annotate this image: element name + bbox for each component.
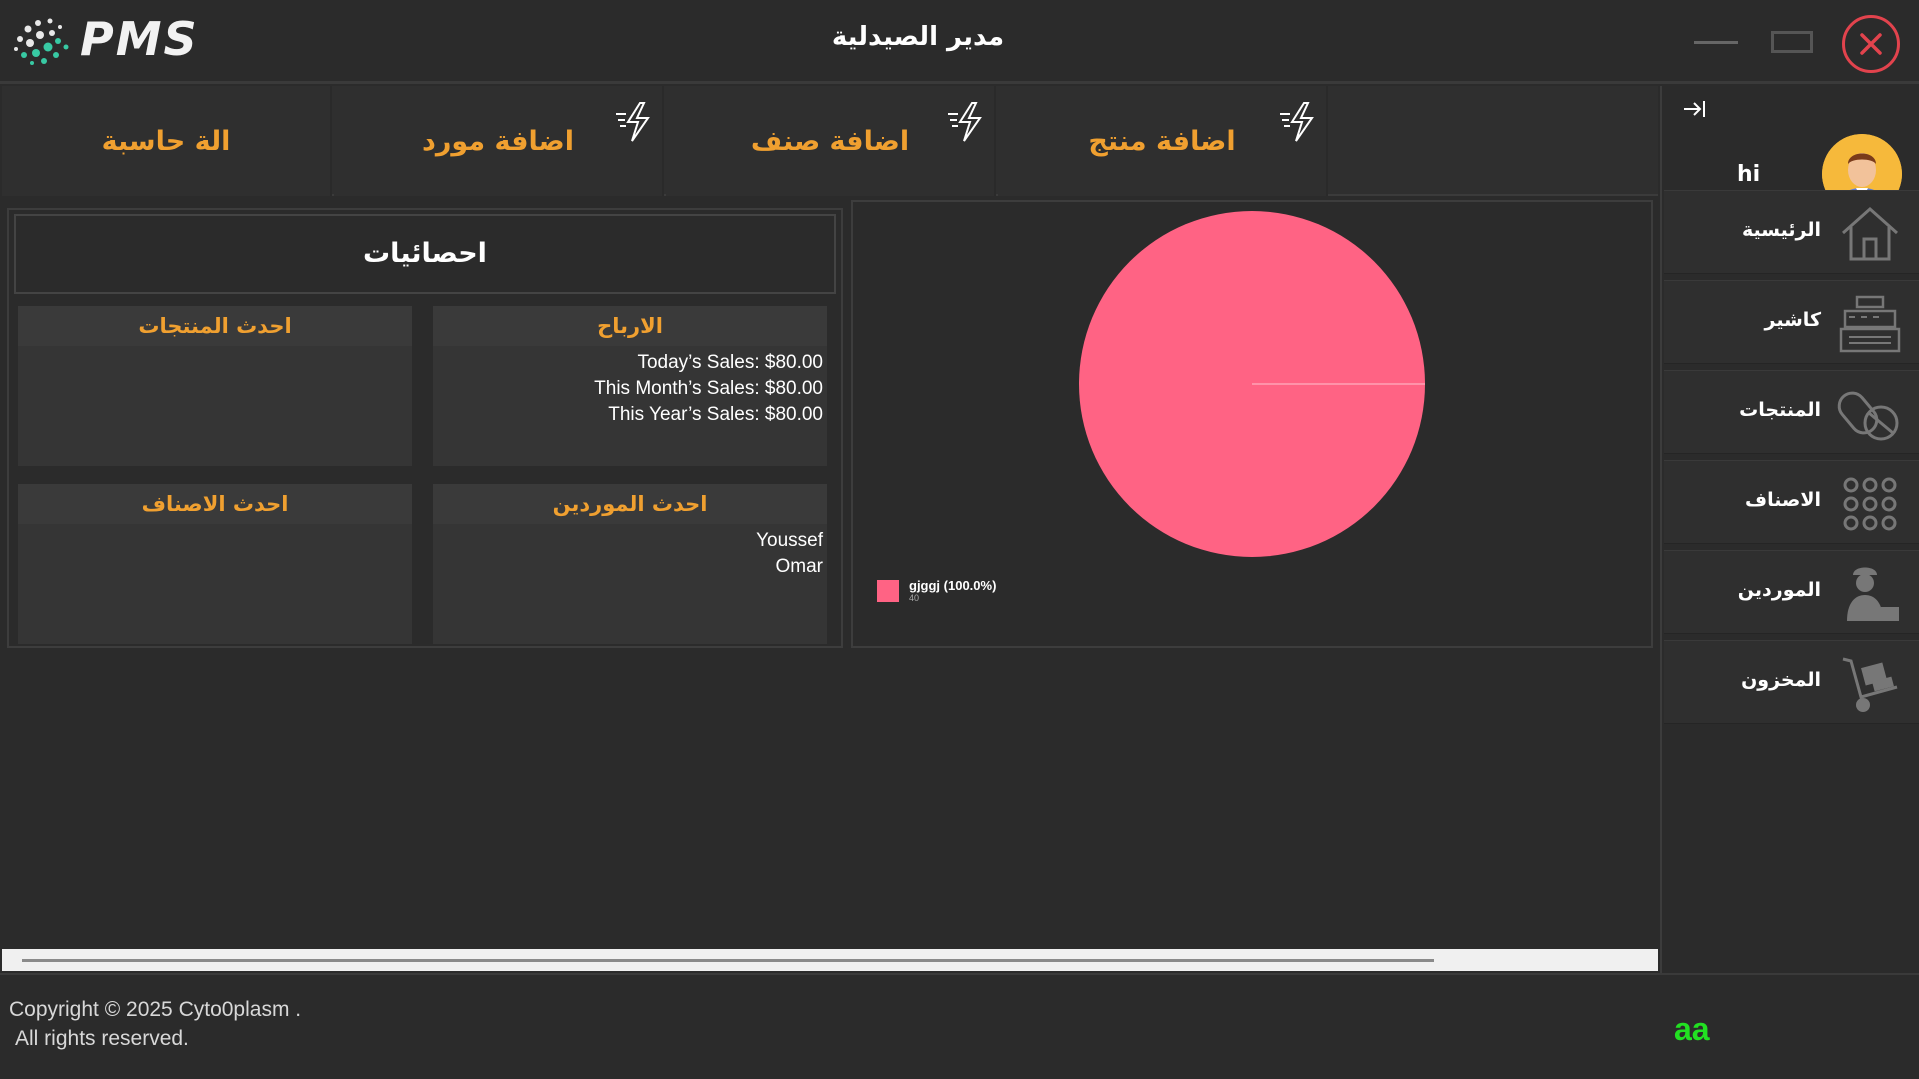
- chart-panel: gjggj (100.0%) 40: [851, 200, 1653, 648]
- calculator-label: الة حاسبة: [101, 126, 231, 157]
- list-item: Youssef: [756, 530, 823, 551]
- profits-body: Today’s Sales: $80.00 This Month’s Sales…: [594, 350, 823, 428]
- add-category-button[interactable]: اضافة صنف: [666, 86, 996, 196]
- close-icon: [1860, 33, 1882, 55]
- maximize-button[interactable]: [1771, 31, 1813, 53]
- hand-truck-icon: [1842, 657, 1898, 712]
- latest-products-card: احدث المنتجات: [18, 306, 412, 466]
- sidebar-item-label: المخزون: [1741, 669, 1821, 691]
- supplier-icon: [1847, 567, 1899, 621]
- sidebar-item-label: المنتجات: [1739, 399, 1821, 421]
- add-supplier-button[interactable]: اضافة مورد: [334, 86, 664, 196]
- legend-label: gjggj (100.0%): [909, 578, 997, 593]
- month-sales: This Month’s Sales: $80.00: [594, 378, 823, 399]
- add-product-button[interactable]: اضافة منتج: [998, 86, 1328, 196]
- add-product-label: اضافة منتج: [1088, 126, 1236, 157]
- pills-icon: [1837, 391, 1899, 441]
- status-badge: aa: [1674, 1011, 1710, 1047]
- scrollbar-thumb[interactable]: [22, 959, 1434, 962]
- statistics-header: احصائيات: [14, 214, 836, 294]
- profits-title: الارباح: [433, 306, 827, 346]
- sidebar-item-label: الاصناف: [1745, 489, 1821, 511]
- grid-dots-icon: [1843, 477, 1897, 531]
- latest-suppliers-title: احدث الموردين: [433, 484, 827, 524]
- sidebar-item-categories[interactable]: الاصناف: [1664, 460, 1919, 544]
- profits-card: الارباح Today’s Sales: $80.00 This Month…: [433, 306, 827, 466]
- statistics-panel: احصائيات الارباح Today’s Sales: $80.00 T…: [7, 208, 843, 648]
- copyright-line-1: Copyright © 2025 Cyto0plasm .: [9, 998, 302, 1021]
- statistics-title: احصائيات: [363, 238, 487, 269]
- sidebar-item-inventory[interactable]: المخزون: [1664, 640, 1919, 724]
- collapse-sidebar-icon[interactable]: [1682, 98, 1708, 120]
- quick-actions-toolbar: الة حاسبة اضافة مورد اضافة صنف اضافة منت…: [2, 86, 1658, 196]
- year-sales: This Year’s Sales: $80.00: [608, 404, 823, 425]
- today-sales: Today’s Sales: $80.00: [637, 352, 823, 373]
- window-title: مدير الصيدلية: [831, 22, 1005, 52]
- sidebar-item-label: الرئيسية: [1742, 219, 1821, 241]
- title-bar: PMS مدير الصيدلية: [0, 0, 1919, 84]
- minimize-button[interactable]: [1694, 41, 1738, 44]
- sidebar: hi الرئيسية كاشير المنتجات الاصناف المور…: [1660, 86, 1919, 973]
- cash-register-icon: [1839, 295, 1901, 353]
- user-greeting: hi: [1737, 162, 1761, 187]
- latest-suppliers-card: احدث الموردين Youssef Omar: [433, 484, 827, 644]
- sidebar-item-label: كاشير: [1764, 309, 1821, 331]
- latest-products-title: احدث المنتجات: [18, 306, 412, 346]
- horizontal-scrollbar[interactable]: [2, 949, 1658, 971]
- sidebar-item-cashier[interactable]: كاشير: [1664, 280, 1919, 364]
- sidebar-item-home[interactable]: الرئيسية: [1664, 190, 1919, 274]
- add-category-label: اضافة صنف: [750, 126, 910, 157]
- legend-value: 40: [909, 593, 920, 603]
- home-icon: [1842, 206, 1898, 261]
- close-button[interactable]: [1842, 15, 1900, 73]
- latest-categories-title: احدث الاصناف: [18, 484, 412, 524]
- sidebar-item-label: الموردين: [1737, 579, 1821, 601]
- calculator-button[interactable]: الة حاسبة: [2, 86, 332, 196]
- latest-categories-card: احدث الاصناف: [18, 484, 412, 644]
- legend-swatch: [877, 580, 899, 602]
- chart-legend: gjggj (100.0%) 40: [877, 578, 996, 603]
- copyright-line-2: All rights reserved.: [15, 1027, 189, 1050]
- list-item: Omar: [775, 556, 824, 577]
- sidebar-item-suppliers[interactable]: الموردين: [1664, 550, 1919, 634]
- copyright-text: Copyright © 2025 Cyto0plasm . All rights…: [9, 995, 301, 1053]
- sidebar-item-products[interactable]: المنتجات: [1664, 370, 1919, 454]
- latest-suppliers-list: Youssef Omar: [756, 528, 823, 580]
- add-supplier-label: اضافة مورد: [422, 126, 574, 157]
- footer: Copyright © 2025 Cyto0plasm . All rights…: [0, 973, 1919, 1079]
